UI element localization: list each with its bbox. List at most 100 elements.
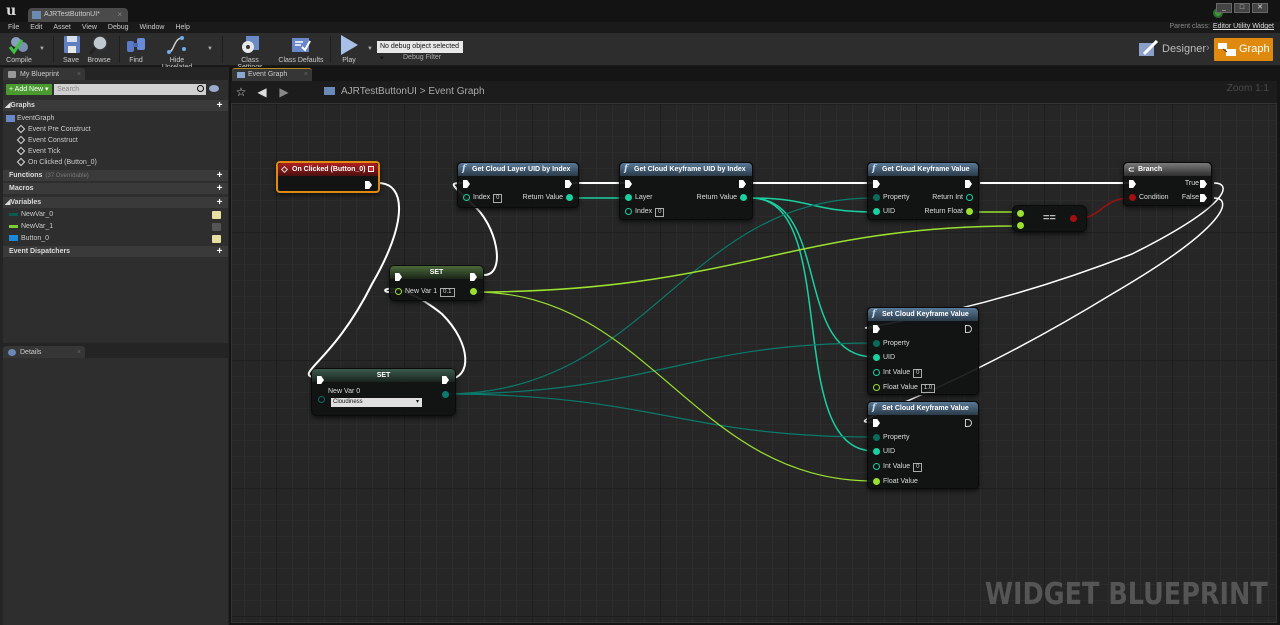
exec-out-pin[interactable] bbox=[565, 180, 572, 188]
menu-file[interactable]: File bbox=[8, 22, 19, 33]
int-input-pin[interactable] bbox=[463, 193, 470, 201]
save-button[interactable]: Save bbox=[61, 35, 81, 64]
index-value-input[interactable]: 0 bbox=[493, 194, 503, 203]
exec-in-pin[interactable] bbox=[1129, 180, 1136, 188]
int-input-pin[interactable] bbox=[873, 368, 880, 376]
minimize-button[interactable]: _ bbox=[1216, 3, 1232, 13]
add-dispatcher-plus-icon[interactable]: + bbox=[215, 247, 224, 257]
class-settings-button[interactable]: Class Settings bbox=[228, 35, 272, 71]
class-defaults-button[interactable]: Class Defaults bbox=[278, 35, 324, 64]
bool-output-pin[interactable] bbox=[1070, 215, 1077, 222]
compile-options-dropdown[interactable]: ▼ bbox=[39, 46, 45, 52]
debug-object-select[interactable]: No debug object selected ▾ bbox=[377, 41, 463, 62]
exec-out-pin[interactable] bbox=[965, 180, 972, 188]
enum-input-pin[interactable] bbox=[873, 339, 880, 347]
node-set-cloud-keyframe-value[interactable]: f Set Cloud Keyframe Value Property UID I… bbox=[867, 307, 979, 395]
event-graph-tab[interactable]: Event Graph × bbox=[232, 68, 312, 81]
section-functions[interactable]: Functions (37 Overridable) + bbox=[3, 170, 228, 181]
struct-input-pin[interactable] bbox=[873, 207, 880, 215]
section-variables[interactable]: ◢Variables + bbox=[3, 197, 228, 208]
graph-mode-button[interactable]: Graph bbox=[1214, 38, 1273, 61]
tree-item-event[interactable]: Event Construct bbox=[16, 135, 78, 146]
exec-out-pin[interactable] bbox=[965, 325, 972, 333]
exec-in-pin[interactable] bbox=[873, 180, 880, 188]
visibility-eye-closed-icon[interactable] bbox=[212, 223, 221, 231]
exec-in-pin[interactable] bbox=[873, 419, 880, 427]
visibility-eye-icon[interactable] bbox=[212, 235, 221, 243]
float-input-pin-b[interactable] bbox=[1017, 222, 1024, 229]
variable-item[interactable]: NewVar_0 bbox=[9, 210, 225, 220]
index-value-input[interactable]: 0 bbox=[655, 208, 665, 217]
add-macro-plus-icon[interactable]: + bbox=[215, 184, 224, 194]
search-input[interactable]: Search bbox=[54, 84, 206, 95]
variable-item[interactable]: Button_0 bbox=[9, 234, 225, 244]
find-button[interactable]: Find bbox=[125, 35, 147, 64]
node-get-cloud-keyframe-value[interactable]: f Get Cloud Keyframe Value Property UID R… bbox=[867, 162, 979, 220]
variable-item[interactable]: NewVar_1 bbox=[9, 222, 225, 232]
menu-debug[interactable]: Debug bbox=[108, 22, 129, 33]
add-function-plus-icon[interactable]: + bbox=[215, 171, 224, 181]
node-set-new-var-0[interactable]: SET New Var 0 Cloudiness ▾ bbox=[311, 368, 456, 416]
exec-out-pin[interactable] bbox=[365, 181, 372, 189]
close-tab-icon[interactable]: × bbox=[304, 69, 308, 81]
hide-unrelated-button[interactable]: Hide Unrelated bbox=[154, 35, 200, 71]
close-window-button[interactable]: ✕ bbox=[1252, 3, 1268, 13]
int-output-pin[interactable] bbox=[966, 193, 973, 201]
delegate-pin-icon[interactable] bbox=[368, 166, 374, 172]
breadcrumb-leaf[interactable]: Event Graph bbox=[428, 86, 484, 97]
maximize-button[interactable]: □ bbox=[1234, 3, 1250, 13]
hide-unrelated-dropdown[interactable]: ▼ bbox=[207, 46, 213, 52]
play-button[interactable]: Play bbox=[337, 35, 361, 64]
float-output-pin[interactable] bbox=[470, 288, 477, 295]
back-arrow-icon[interactable]: ◀ bbox=[255, 85, 269, 99]
enum-input-pin[interactable] bbox=[318, 396, 325, 403]
node-set-new-var-1[interactable]: SET New Var 1 0.1 bbox=[389, 265, 484, 301]
enum-output-pin[interactable] bbox=[442, 391, 449, 398]
designer-mode-button[interactable]: Designer bbox=[1138, 38, 1206, 60]
struct-output-pin[interactable] bbox=[566, 193, 573, 201]
favorite-star-icon[interactable]: ☆ bbox=[234, 85, 248, 99]
float-input-pin[interactable] bbox=[395, 287, 402, 295]
close-tab-icon[interactable]: × bbox=[117, 8, 122, 22]
add-new-button[interactable]: + Add New ▾ bbox=[6, 84, 52, 95]
struct-input-pin[interactable] bbox=[873, 353, 880, 361]
float-input-pin-a[interactable] bbox=[1017, 210, 1024, 217]
float-output-pin[interactable] bbox=[966, 207, 973, 215]
section-graphs[interactable]: ◢Graphs + bbox=[3, 100, 228, 111]
float-value-input[interactable]: 1.0 bbox=[920, 384, 936, 393]
section-event-dispatchers[interactable]: Event Dispatchers + bbox=[3, 246, 228, 257]
new-var-0-enum-select[interactable]: Cloudiness ▾ bbox=[331, 398, 422, 407]
play-options-dropdown[interactable]: ▼ bbox=[367, 46, 373, 52]
node-equals[interactable]: == bbox=[1012, 205, 1087, 232]
document-tab[interactable]: AJRTestButtonUI* × bbox=[28, 8, 128, 22]
struct-input-pin[interactable] bbox=[625, 193, 632, 201]
add-graph-plus-icon[interactable]: + bbox=[215, 101, 224, 111]
bool-input-pin[interactable] bbox=[1129, 193, 1136, 201]
tree-item-event[interactable]: Event Tick bbox=[16, 146, 60, 157]
graph-canvas[interactable]: On Clicked (Button_0) f Get Cloud Layer U… bbox=[231, 103, 1277, 623]
forward-arrow-icon[interactable]: ▶ bbox=[277, 85, 291, 99]
exec-in-pin[interactable] bbox=[625, 180, 632, 188]
add-variable-plus-icon[interactable]: + bbox=[215, 198, 224, 208]
node-set-cloud-keyframe-value[interactable]: f Set Cloud Keyframe Value Property UID I… bbox=[867, 401, 979, 489]
int-input-pin[interactable] bbox=[873, 462, 880, 470]
view-options-eye-icon[interactable] bbox=[209, 85, 219, 92]
node-get-cloud-keyframe-uid[interactable]: f Get Cloud Keyframe UID by Index Layer I… bbox=[619, 162, 753, 220]
exec-out-pin[interactable] bbox=[739, 180, 746, 188]
float-input-pin[interactable] bbox=[873, 383, 880, 391]
tree-item-eventgraph[interactable]: EventGraph bbox=[6, 114, 54, 124]
visibility-eye-icon[interactable] bbox=[212, 211, 221, 219]
menu-asset[interactable]: Asset bbox=[53, 22, 71, 33]
struct-input-pin[interactable] bbox=[873, 447, 880, 455]
new-var-1-value-input[interactable]: 0.1 bbox=[440, 288, 455, 297]
compile-button[interactable]: Compile bbox=[5, 35, 33, 64]
exec-true-pin[interactable] bbox=[1200, 180, 1207, 188]
int-value-input[interactable]: 0 bbox=[913, 463, 923, 472]
node-get-cloud-layer-uid[interactable]: f Get Cloud Layer UID by Index Index 0 Ret… bbox=[457, 162, 579, 208]
parent-class-link[interactable]: Editor Utility Widget bbox=[1213, 23, 1274, 30]
node-on-clicked[interactable]: On Clicked (Button_0) bbox=[276, 161, 380, 193]
node-branch[interactable]: ⊂ Branch Condition True False bbox=[1123, 162, 1212, 206]
tree-item-event[interactable]: Event Pre Construct bbox=[16, 124, 91, 135]
exec-in-pin[interactable] bbox=[873, 325, 880, 333]
struct-output-pin[interactable] bbox=[740, 193, 747, 201]
